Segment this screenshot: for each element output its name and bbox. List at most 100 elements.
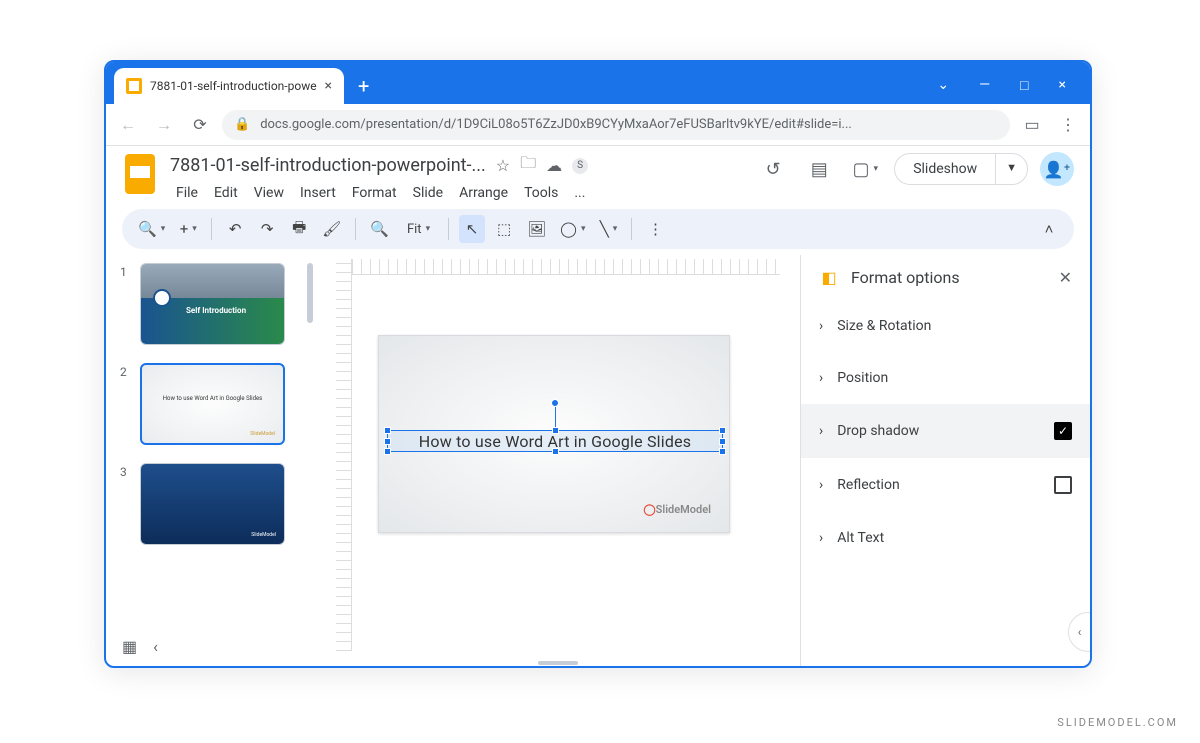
line-icon[interactable]: ╲ — [595, 215, 621, 243]
chevron-right-icon: › — [819, 423, 823, 439]
lock-icon: 🔒 — [234, 117, 250, 132]
resize-handle[interactable] — [719, 438, 726, 445]
chevron-right-icon: › — [819, 318, 823, 334]
slides-favicon — [126, 78, 142, 94]
minimize-icon[interactable]: ― — [979, 77, 990, 94]
resize-handle[interactable] — [552, 448, 559, 455]
section-alt-text[interactable]: › Alt Text — [801, 512, 1090, 564]
close-panel-icon[interactable]: ✕ — [1059, 268, 1072, 287]
menu-bar: File Edit View Insert Format Slide Arran… — [170, 183, 591, 203]
resize-handle[interactable] — [552, 427, 559, 434]
collapse-toolbar-icon[interactable]: ˄ — [1036, 215, 1062, 243]
chevron-down-icon[interactable]: ⌄ — [937, 77, 949, 94]
slide-thumbnail-2[interactable]: How to use Word Art in Google Slides Sli… — [140, 363, 285, 445]
maximize-icon[interactable]: □ — [1020, 77, 1028, 94]
cloud-status-icon[interactable]: ☁ — [546, 156, 562, 175]
slide-thumbnail-3[interactable]: SlideModel — [140, 463, 285, 545]
slide-brand: ◯SlideModel — [643, 503, 711, 516]
workarea: 1 Self Introduction 2 How to use Word Ar… — [106, 255, 1090, 668]
slideshow-button[interactable]: Slideshow — [894, 153, 995, 185]
tab-title: 7881-01-self-introduction-powe — [150, 79, 317, 93]
resize-handle[interactable] — [719, 448, 726, 455]
thumb2-text: How to use Word Art in Google Slides — [163, 395, 262, 402]
menu-file[interactable]: File — [170, 183, 204, 203]
menu-insert[interactable]: Insert — [294, 183, 342, 203]
titlebar: 7881-01-self-introduction-powe × + ⌄ ― □… — [106, 62, 1090, 104]
comments-icon[interactable]: ▤ — [802, 152, 836, 186]
slide[interactable]: How to use Word Art in Google Slides ◯Sl… — [378, 335, 730, 533]
toolbar: 🔍 + ↶ ↷ 🖶 🖌 🔍 Fit ↖ ⬚ 🖼 ◯ ╲ ⋮ ˄ — [122, 209, 1074, 249]
zoom-level[interactable]: Fit — [399, 215, 438, 243]
section-size-rotation[interactable]: › Size & Rotation — [801, 300, 1090, 352]
move-folder-icon[interactable]: 🗀 — [520, 152, 536, 179]
address-bar: ← → ⟳ 🔒 docs.google.com/presentation/d/1… — [106, 104, 1090, 146]
slide-canvas[interactable]: How to use Word Art in Google Slides ◯Sl… — [316, 255, 800, 668]
reload-button[interactable]: ⟳ — [186, 111, 214, 139]
prev-slide-icon[interactable]: ‹ — [153, 637, 158, 656]
share-button[interactable]: 👤⁺ — [1040, 152, 1074, 186]
image-icon[interactable]: 🖼 — [523, 215, 550, 243]
drop-shadow-checkbox[interactable]: ✓ — [1054, 422, 1072, 440]
section-reflection[interactable]: › Reflection — [801, 458, 1090, 512]
chevron-right-icon: › — [819, 370, 823, 386]
filmstrip: 1 Self Introduction 2 How to use Word Ar… — [106, 255, 316, 668]
doc-title[interactable]: 7881-01-self-introduction-powerpoint-... — [170, 155, 486, 176]
wordart-selection[interactable]: How to use Word Art in Google Slides — [387, 430, 723, 452]
doc-badge: S — [572, 158, 588, 174]
section-position[interactable]: › Position — [801, 352, 1090, 404]
format-options-title: Format options — [851, 268, 1047, 287]
more-tools-icon[interactable]: ⋮ — [642, 215, 668, 243]
speaker-notes-drag[interactable] — [538, 661, 578, 665]
new-slide-icon[interactable]: + — [175, 215, 201, 243]
menu-edit[interactable]: Edit — [208, 183, 244, 203]
forward-button[interactable]: → — [150, 111, 178, 139]
search-menu-icon[interactable]: 🔍 — [134, 215, 169, 243]
shape-icon[interactable]: ◯ — [556, 215, 589, 243]
close-window-icon[interactable]: × — [1059, 77, 1066, 94]
thumb-num-3: 3 — [120, 463, 130, 545]
zoom-icon[interactable]: 🔍 — [366, 215, 393, 243]
resize-handle[interactable] — [384, 427, 391, 434]
history-icon[interactable]: ↺ — [756, 152, 790, 186]
omnibox[interactable]: 🔒 docs.google.com/presentation/d/1D9CiL0… — [222, 110, 1010, 140]
resize-handle[interactable] — [719, 427, 726, 434]
section-drop-shadow[interactable]: › Drop shadow ✓ — [801, 404, 1090, 458]
menu-icon[interactable]: ⋮ — [1054, 111, 1082, 139]
menu-slide[interactable]: Slide — [407, 183, 449, 203]
meet-icon[interactable]: ▢ — [848, 152, 882, 186]
textbox-icon[interactable]: ⬚ — [491, 215, 517, 243]
close-tab-icon[interactable]: × — [325, 78, 332, 94]
new-tab-button[interactable]: + — [344, 74, 383, 104]
menu-more[interactable]: ... — [568, 183, 591, 203]
format-options-panel: ◧ Format options ✕ › Size & Rotation › P… — [800, 255, 1090, 668]
filmstrip-scrollbar[interactable] — [307, 263, 313, 323]
browser-window: 7881-01-self-introduction-powe × + ⌄ ― □… — [104, 60, 1092, 668]
slides-logo-icon[interactable] — [122, 152, 158, 196]
grid-view-icon[interactable]: ▦ — [122, 637, 137, 656]
reader-icon[interactable]: ▭ — [1018, 111, 1046, 139]
back-button[interactable]: ← — [114, 111, 142, 139]
menu-arrange[interactable]: Arrange — [453, 183, 514, 203]
doc-header: 7881-01-self-introduction-powerpoint-...… — [106, 146, 1090, 203]
undo-icon[interactable]: ↶ — [222, 215, 248, 243]
reflection-checkbox[interactable] — [1054, 476, 1072, 494]
select-tool-icon[interactable]: ↖ — [459, 215, 485, 243]
slide-thumbnail-1[interactable]: Self Introduction — [140, 263, 285, 345]
print-icon[interactable]: 🖶 — [286, 215, 312, 243]
menu-tools[interactable]: Tools — [518, 183, 564, 203]
browser-tab[interactable]: 7881-01-self-introduction-powe × — [114, 68, 344, 104]
star-icon[interactable]: ☆ — [496, 156, 510, 175]
section-label: Position — [837, 370, 888, 386]
resize-handle[interactable] — [384, 438, 391, 445]
resize-handle[interactable] — [384, 448, 391, 455]
redo-icon[interactable]: ↷ — [254, 215, 280, 243]
chevron-right-icon: › — [819, 530, 823, 546]
paint-format-icon[interactable]: 🖌 — [318, 215, 345, 243]
rotate-handle[interactable] — [551, 399, 559, 407]
section-label: Alt Text — [837, 530, 884, 546]
menu-format[interactable]: Format — [346, 183, 403, 203]
horizontal-ruler — [352, 259, 780, 275]
menu-view[interactable]: View — [248, 183, 290, 203]
slideshow-dropdown[interactable]: ▼ — [995, 153, 1028, 185]
thumb-num-2: 2 — [120, 363, 130, 445]
